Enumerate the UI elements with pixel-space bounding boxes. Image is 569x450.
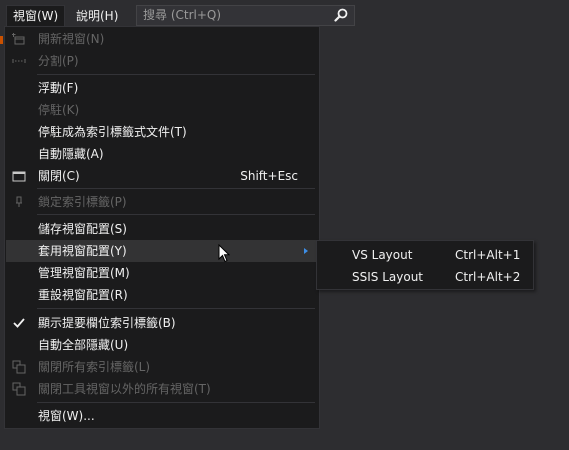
search-input[interactable]: 搜尋 (Ctrl+Q) — [136, 5, 355, 26]
search-placeholder: 搜尋 (Ctrl+Q) — [143, 8, 222, 22]
window-dropdown-menu: 開新視窗(N) 分割(P) 浮動(F) 停駐(K) 停駐成為索引標籤式文件(T)… — [4, 26, 320, 429]
submenu-arrow-icon — [304, 248, 308, 254]
menu-item-label: 自動隱藏(A) — [38, 147, 104, 161]
menu-item-label: 停駐(K) — [38, 103, 80, 117]
apply-layout-submenu: VS Layout Ctrl+Alt+1 SSIS Layout Ctrl+Al… — [316, 240, 534, 290]
menu-item-label: 鎖定索引標籤(P) — [38, 195, 127, 209]
menu-item-apply-window-layout[interactable]: 套用視窗配置(Y) — [6, 240, 318, 262]
menu-item-windows[interactable]: 視窗(W)... — [6, 405, 318, 427]
submenu-item-ssis-layout[interactable]: SSIS Layout Ctrl+Alt+2 — [318, 266, 532, 288]
menu-item-label: 自動全部隱藏(U) — [38, 338, 129, 352]
menu-item-auto-hide[interactable]: 自動隱藏(A) — [6, 143, 318, 165]
menu-item-label: 關閉所有索引標籤(L) — [38, 360, 151, 374]
menu-item-label: 浮動(F) — [38, 81, 79, 95]
submenu-item-shortcut: Ctrl+Alt+1 — [455, 248, 521, 262]
menu-separator — [37, 308, 315, 309]
menu-item-save-window-layout[interactable]: 儲存視窗配置(S) — [6, 218, 318, 240]
menu-item-dock[interactable]: 停駐(K) — [6, 99, 318, 121]
menu-item-label: 重設視窗配置(R) — [38, 288, 128, 302]
menu-separator — [37, 402, 315, 403]
submenu-item-label: VS Layout — [352, 248, 413, 262]
menu-item-label: 分割(P) — [38, 54, 79, 68]
menu-item-float[interactable]: 浮動(F) — [6, 77, 318, 99]
menu-separator — [37, 214, 315, 215]
submenu-item-label: SSIS Layout — [352, 270, 423, 284]
close-all-but-tools-icon — [12, 382, 26, 396]
menu-item-label: 套用視窗配置(Y) — [38, 244, 127, 258]
close-all-tabs-icon — [12, 360, 26, 374]
menu-help[interactable]: 說明(H) — [70, 6, 124, 26]
menu-item-close[interactable]: 關閉(C) Shift+Esc — [6, 165, 318, 187]
mouse-cursor-icon — [218, 244, 230, 263]
menu-window[interactable]: 視窗(W) — [6, 5, 66, 27]
menu-item-label: 儲存視窗配置(S) — [38, 222, 127, 236]
menu-item-pin-tab[interactable]: 鎖定索引標籤(P) — [6, 191, 318, 213]
menu-item-show-sidebar-tabs[interactable]: 顯示提要欄位索引標籤(B) — [6, 312, 318, 334]
search-icon[interactable] — [334, 8, 348, 22]
menu-separator — [37, 188, 315, 189]
menu-item-label: 關閉工具視窗以外的所有視窗(T) — [38, 382, 211, 396]
new-window-icon — [12, 33, 25, 45]
menu-item-label: 視窗(W)... — [38, 409, 95, 423]
menu-item-reset-window-layout[interactable]: 重設視窗配置(R) — [6, 284, 318, 306]
menu-item-label: 顯示提要欄位索引標籤(B) — [38, 316, 176, 330]
menu-item-auto-hide-all[interactable]: 自動全部隱藏(U) — [6, 334, 318, 356]
pin-icon — [16, 196, 22, 207]
checkmark-icon — [13, 318, 25, 328]
menu-item-shortcut: Shift+Esc — [240, 169, 298, 183]
menu-item-split[interactable]: 分割(P) — [6, 50, 318, 72]
close-window-icon — [12, 171, 26, 182]
menu-item-label: 管理視窗配置(M) — [38, 266, 130, 280]
menu-item-manage-window-layouts[interactable]: 管理視窗配置(M) — [6, 262, 318, 284]
menu-item-label: 開新視窗(N) — [38, 32, 105, 46]
active-document-marker — [0, 36, 3, 44]
submenu-item-vs-layout[interactable]: VS Layout Ctrl+Alt+1 — [318, 244, 532, 266]
menu-item-label: 停駐成為索引標籤式文件(T) — [38, 125, 187, 139]
menu-item-close-all-but-tool-windows[interactable]: 關閉工具視窗以外的所有視窗(T) — [6, 378, 318, 400]
menu-item-close-all-tabs[interactable]: 關閉所有索引標籤(L) — [6, 356, 318, 378]
menu-item-dock-as-tabbed-document[interactable]: 停駐成為索引標籤式文件(T) — [6, 121, 318, 143]
menu-separator — [37, 74, 315, 75]
menu-item-new-window[interactable]: 開新視窗(N) — [6, 28, 318, 50]
split-icon — [12, 59, 26, 63]
submenu-item-shortcut: Ctrl+Alt+2 — [455, 270, 521, 284]
menu-item-label: 關閉(C) — [38, 169, 80, 183]
